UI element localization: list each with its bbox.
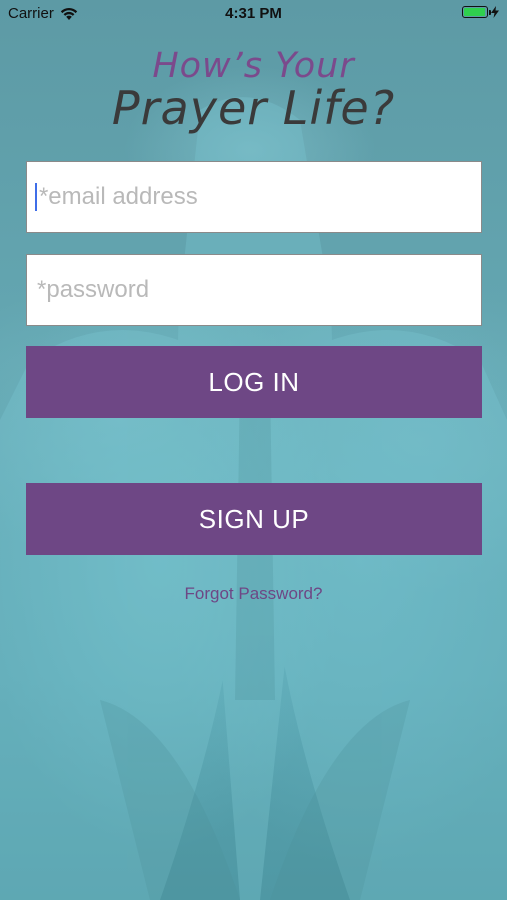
logo-line-2: Prayer Life? — [111, 81, 396, 135]
forgot-password-link[interactable]: Forgot Password? — [0, 584, 507, 604]
app-logo: How’s Your Prayer Life? — [0, 46, 507, 132]
battery-indicator — [462, 6, 499, 18]
email-input[interactable] — [36, 182, 481, 212]
logo-line-1: How’s Your — [152, 46, 355, 86]
clock: 4:31 PM — [225, 5, 282, 22]
email-field[interactable] — [26, 161, 482, 233]
charging-bolt-icon — [491, 6, 499, 18]
praying-hands-image — [0, 97, 507, 900]
praying-hands-background — [0, 0, 507, 900]
password-input[interactable] — [35, 275, 481, 305]
battery-icon — [462, 6, 491, 18]
password-field[interactable] — [26, 254, 482, 326]
signup-button[interactable]: SIGN UP — [26, 483, 482, 555]
login-button[interactable]: LOG IN — [26, 346, 482, 418]
status-bar: Carrier 4:31 PM — [0, 0, 507, 30]
battery-fill — [464, 8, 485, 16]
